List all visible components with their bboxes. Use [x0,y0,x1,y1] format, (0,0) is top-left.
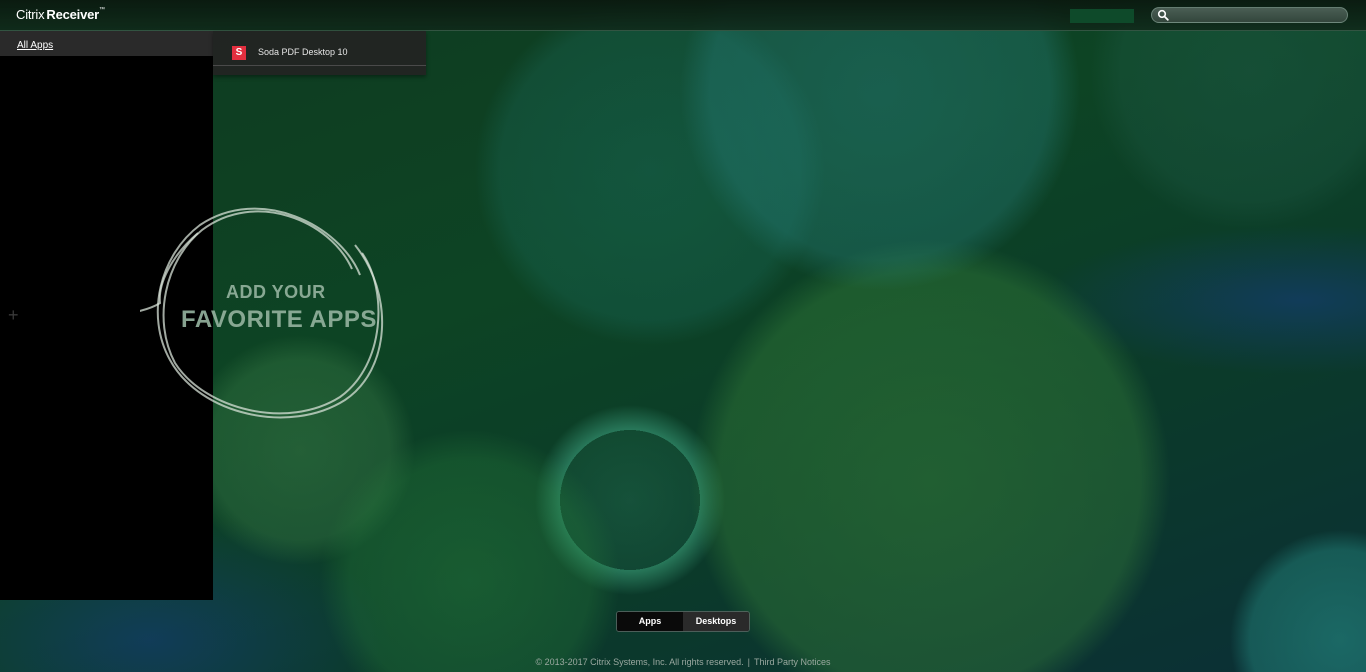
logo-receiver-text: Receiver [46,7,100,22]
user-menu-button[interactable] [1070,9,1134,23]
citrix-receiver-logo: Citrix Receiver™ [16,7,105,22]
favorites-heading-line1: ADD YOUR [226,282,326,302]
plus-icon: + [8,305,19,325]
footer-separator: | [747,657,751,667]
third-party-notices-link[interactable]: Third Party Notices [754,657,831,667]
footer: © 2013-2017 Citrix Systems, Inc. All rig… [0,657,1366,667]
search-input[interactable] [1172,8,1342,22]
logo-trademark: ™ [99,7,105,13]
copyright-text: © 2013-2017 Citrix Systems, Inc. All rig… [535,657,744,667]
top-bar: Citrix Receiver™ [0,0,1366,31]
search-box[interactable] [1151,7,1348,23]
app-item-soda-pdf[interactable]: S Soda PDF Desktop 10 [213,41,426,66]
category-header: All Apps [0,31,213,56]
logo-citrix-text: Citrix [16,7,45,22]
app-item-label: Soda PDF Desktop 10 [258,47,348,57]
apps-dropdown: S Soda PDF Desktop 10 [213,31,426,75]
search-icon [1157,9,1169,21]
soda-pdf-icon: S [232,46,246,60]
favorites-heading-line2: FAVORITE APPS [181,306,377,333]
all-apps-link[interactable]: All Apps [17,40,53,51]
view-tabs: Apps Desktops [616,611,750,632]
tab-desktops[interactable]: Desktops [683,612,749,631]
tab-apps[interactable]: Apps [617,612,683,631]
